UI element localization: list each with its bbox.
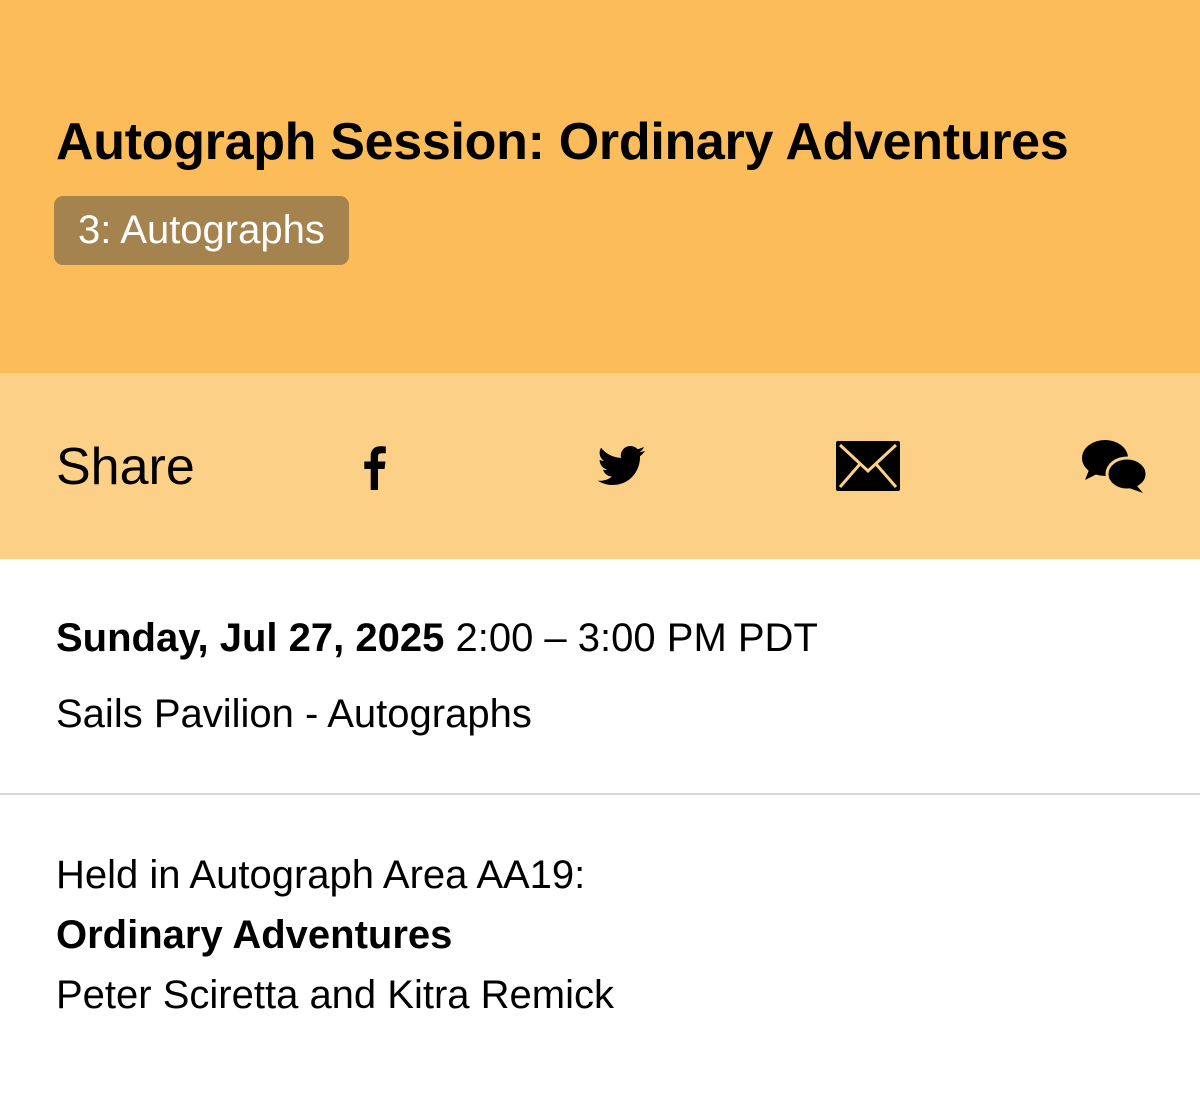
twitter-icon[interactable]: [598, 446, 646, 486]
chat-icon[interactable]: [1081, 438, 1147, 494]
description-area: Held in Autograph Area AA19:: [56, 853, 586, 897]
schedule-section: [0, 559, 1200, 795]
event-time: 2:00 – 3:00 PM PDT: [455, 616, 818, 660]
share-label: Share: [56, 438, 195, 496]
event-header: Autograph Session: Ordinary Adventures 3…: [0, 0, 1200, 373]
event-date: Sunday, Jul 27, 2025: [56, 616, 445, 660]
event-title: Autograph Session: Ordinary Adventures: [56, 113, 1069, 171]
event-datetime: Sunday, Jul 27, 2025 2:00 – 3:00 PM PDT: [56, 614, 818, 662]
track-badge[interactable]: 3: Autographs: [54, 196, 349, 265]
description-title: Ordinary Adventures: [56, 913, 453, 957]
email-icon[interactable]: [836, 441, 900, 491]
facebook-icon[interactable]: [353, 442, 397, 490]
event-location: Sails Pavilion - Autographs: [56, 692, 532, 736]
description-guests: Peter Sciretta and Kitra Remick: [56, 973, 614, 1017]
